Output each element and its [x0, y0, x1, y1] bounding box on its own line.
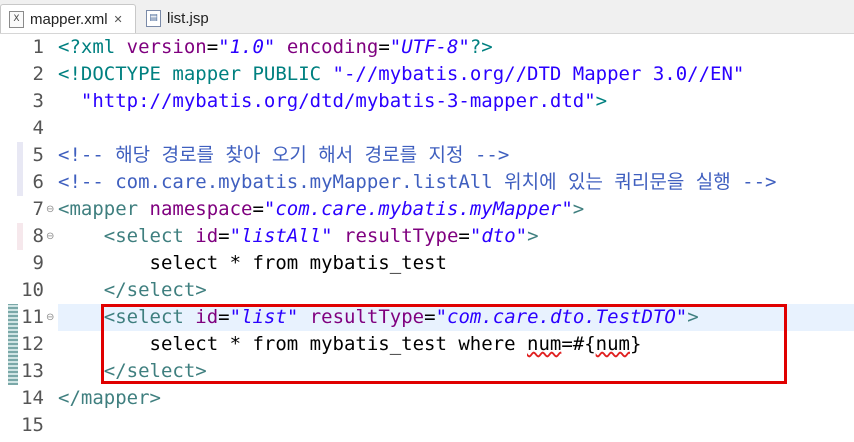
code-token: namespace [149, 198, 253, 220]
line-number: 4 [32, 117, 44, 139]
code-token: <!DOCTYPE mapper PUBLIC [58, 63, 333, 85]
line-number: 7 [32, 198, 44, 220]
code-line[interactable]: 9 select * from mybatis_test [0, 250, 854, 277]
code-line[interactable]: 1 <?xml version="1.0" encoding="UTF-8"?> [0, 34, 854, 61]
code-token: <?xml [58, 36, 127, 58]
code-token: = [378, 36, 390, 58]
code-token: encoding [275, 36, 379, 58]
code-text: select * from mybatis_test [58, 250, 447, 277]
code-token: "listAll" [229, 225, 333, 247]
close-icon[interactable]: ✕ [114, 13, 123, 26]
code-text: <mapper namespace="com.care.mybatis.myMa… [58, 196, 584, 223]
code-text: "http://mybatis.org/dtd/mybatis-3-mapper… [58, 88, 607, 115]
code-text: <!-- 해당 경로를 찾아 오기 해서 경로를 지정 --> [58, 142, 509, 169]
code-line[interactable]: 15 [0, 412, 854, 439]
code-line[interactable]: 8 ⊖ <select id="listAll" resultType="dto"… [0, 223, 854, 250]
code-token: "-//mybatis.org//DTD Mapper 3.0//EN" [332, 63, 745, 85]
line-number: 15 [21, 414, 44, 436]
code-token: > [595, 90, 608, 112]
code-token: <select [103, 225, 196, 247]
line-number: 8 [32, 225, 44, 247]
code-token: = [252, 198, 264, 220]
code-line[interactable]: 7 ⊖ <mapper namespace="com.care.mybatis.my… [0, 196, 854, 223]
code-token: <!-- com.care.mybatis.myMapper.listAll 위… [58, 171, 777, 193]
code-token: ?> [469, 36, 493, 58]
code-token: resultType [332, 225, 459, 247]
code-token: "http://mybatis.org/dtd/mybatis-3-mapper… [80, 90, 596, 112]
line-number: 11 [21, 306, 44, 328]
code-line[interactable]: 6 <!-- com.care.mybatis.myMapper.listAll … [0, 169, 854, 196]
code-text: <?xml version="1.0" encoding="UTF-8"?> [58, 34, 493, 61]
line-number: 13 [21, 360, 44, 382]
code-token: version [126, 36, 207, 58]
tab-label: list.jsp [167, 9, 209, 27]
code-token: <!-- 해당 경로를 찾아 오기 해서 경로를 지정 --> [58, 144, 510, 166]
line-number: 2 [32, 63, 44, 85]
code-token: = [206, 36, 219, 58]
code-token: <mapper [58, 198, 150, 220]
code-token: </select> [103, 279, 207, 301]
line-number: 3 [32, 90, 44, 112]
code-token: = [218, 225, 230, 247]
editor-tab-bar: X mapper.xml ✕ ▤ list.jsp [0, 0, 854, 34]
code-token: id [195, 225, 219, 247]
tab-label: mapper.xml [30, 10, 108, 28]
code-token: "com.care.mybatis.myMapper" [263, 198, 573, 220]
tab-list-jsp[interactable]: ▤ list.jsp [138, 4, 228, 32]
line-number: 6 [32, 171, 44, 193]
tab-mapper-xml[interactable]: X mapper.xml ✕ [0, 4, 136, 33]
code-line[interactable]: 14 </mapper> [0, 385, 854, 412]
code-editor[interactable]: 1 <?xml version="1.0" encoding="UTF-8"?> 2… [0, 34, 854, 442]
fold-toggle-icon[interactable]: ⊖ [46, 196, 54, 223]
code-text: <!DOCTYPE mapper PUBLIC "-//mybatis.org/… [58, 61, 744, 88]
code-text: <!-- com.care.mybatis.myMapper.listAll 위… [58, 169, 776, 196]
code-line[interactable]: 10 </select> [0, 277, 854, 304]
xml-file-icon: X [9, 10, 24, 28]
code-line[interactable]: 4 [0, 115, 854, 142]
line-number: 1 [32, 36, 44, 58]
code-token: select * from mybatis_test [58, 252, 447, 274]
code-token: = [458, 225, 470, 247]
code-line[interactable]: 2 <!DOCTYPE mapper PUBLIC "-//mybatis.org… [0, 61, 854, 88]
code-token: "UTF-8" [389, 36, 470, 58]
line-number: 12 [21, 333, 44, 355]
code-token: > [572, 198, 585, 220]
code-text: <select id="listAll" resultType="dto"> [58, 223, 539, 250]
code-text: </select> [58, 277, 207, 304]
code-token: </mapper> [58, 387, 161, 409]
fold-toggle-icon[interactable]: ⊖ [46, 304, 54, 331]
code-token: "1.0" [218, 36, 276, 58]
highlight-box [101, 304, 787, 384]
line-number: 14 [21, 387, 44, 409]
line-number: 9 [32, 252, 44, 274]
code-line[interactable]: 5 <!-- 해당 경로를 찾아 오기 해서 경로를 지정 --> [0, 142, 854, 169]
code-token: > [527, 225, 539, 247]
code-line[interactable]: 3 "http://mybatis.org/dtd/mybatis-3-mapp… [0, 88, 854, 115]
line-number: 10 [21, 279, 44, 301]
fold-toggle-icon[interactable]: ⊖ [46, 223, 54, 250]
code-text: </mapper> [58, 385, 161, 412]
jsp-file-icon: ▤ [146, 9, 161, 27]
line-number: 5 [32, 144, 44, 166]
code-token: "dto" [469, 225, 528, 247]
